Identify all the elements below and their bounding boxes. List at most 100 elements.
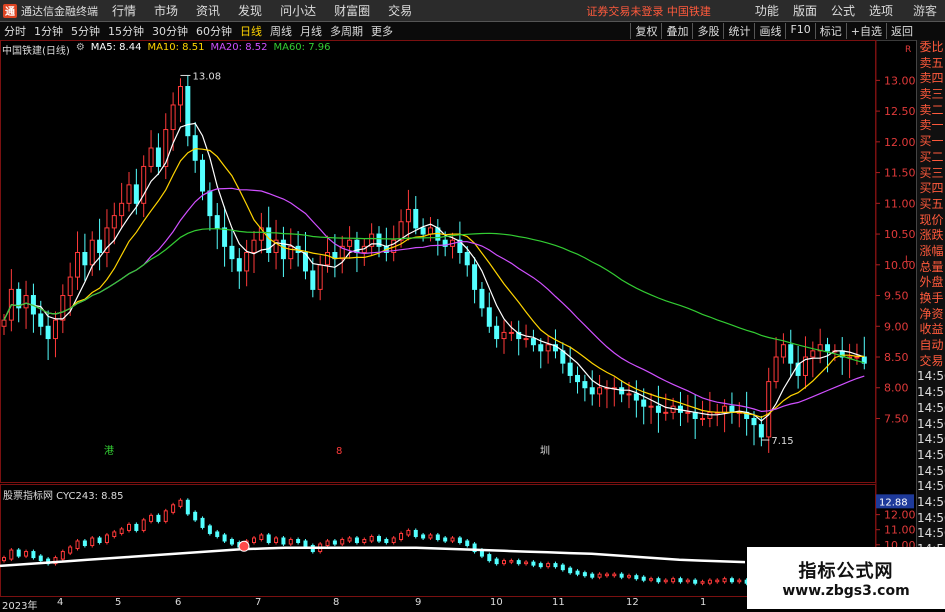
sub-candle-body: [377, 535, 381, 542]
candle-body: [170, 104, 176, 131]
side-panel-item: 交易: [919, 353, 944, 368]
side-panel-item: 收益: [919, 322, 944, 337]
sub-candle-body: [391, 537, 396, 544]
guest-login[interactable]: 游客: [913, 2, 937, 19]
period-tab-monthly[interactable]: 月线: [300, 23, 322, 39]
price-tick-label: 11.00: [884, 197, 916, 210]
sub-candle-body: [693, 579, 698, 584]
side-panel-item: 14:50: [917, 369, 945, 384]
sub-candle-body: [281, 537, 286, 545]
menu-item-formula[interactable]: 公式: [831, 2, 855, 19]
period-tab-5min[interactable]: 5分钟: [71, 23, 100, 39]
candle-body: [810, 350, 816, 358]
menu-item-news[interactable]: 资讯: [196, 2, 220, 19]
stock-name-label: 中国铁建(日线): [2, 46, 70, 57]
sub-candle-body: [634, 575, 639, 580]
candle-body: [545, 344, 551, 352]
candle-body: [486, 307, 492, 327]
ma10-label: MA10: 8.51: [147, 42, 205, 53]
main-menu: 行情 市场 资讯 发现 问小达 财富圈 交易: [112, 2, 430, 19]
settings-icon[interactable]: ⚙: [76, 42, 85, 57]
event-marker: 圳: [540, 445, 550, 457]
candle-body: [133, 184, 139, 204]
ma20-label: MA20: 8.52: [210, 42, 268, 53]
app-title: 通达信金融终端: [21, 4, 98, 18]
sub-candle-body: [16, 549, 21, 557]
sub-candle-body: [443, 537, 448, 542]
candle-body: [45, 325, 51, 340]
period-tab-weekly[interactable]: 周线: [270, 23, 292, 39]
candle-body: [420, 227, 426, 235]
candle-body: [582, 381, 588, 389]
sub-candle-body: [597, 573, 602, 578]
side-panel-item: 净资: [919, 306, 944, 321]
period-tab-daily[interactable]: 日线: [240, 23, 262, 39]
period-tab-more[interactable]: 更多: [371, 23, 393, 39]
price-tick-label: 10.50: [884, 228, 916, 241]
menu-item-trade[interactable]: 交易: [388, 2, 412, 19]
sub-candle-body: [332, 540, 337, 545]
side-panel-item: 卖一: [919, 118, 944, 133]
date-tick-label: 5: [115, 597, 122, 608]
candle-body: [229, 245, 235, 260]
tool-overlay-button[interactable]: 叠加: [661, 23, 692, 39]
candle-body: [82, 252, 88, 266]
side-panel-item: 买一: [919, 134, 944, 149]
sub-candle-body: [24, 551, 29, 557]
menu-item-wealth[interactable]: 财富圈: [334, 2, 370, 19]
period-tab-30min[interactable]: 30分钟: [152, 23, 188, 39]
tool-stats-button[interactable]: 统计: [723, 23, 754, 39]
date-tick-label: 9: [415, 597, 422, 608]
side-letter: R: [905, 45, 911, 55]
candle-body: [67, 276, 73, 297]
candle-body: [655, 405, 661, 413]
menu-item-options[interactable]: 选项: [869, 2, 893, 19]
period-tab-15min[interactable]: 15分钟: [108, 23, 144, 39]
sub-candle-body: [266, 534, 271, 544]
menu-item-quotes[interactable]: 行情: [112, 2, 136, 19]
side-panel-item: 14:50: [917, 385, 945, 400]
event-marker: 港: [104, 445, 114, 457]
period-tab-60min[interactable]: 60分钟: [196, 23, 232, 39]
menu-item-ask[interactable]: 问小达: [280, 2, 316, 19]
tool-back-button[interactable]: 返回: [886, 23, 917, 39]
side-letter: L: [905, 255, 910, 265]
period-tab-multi[interactable]: 多周期: [330, 23, 363, 39]
side-panel-item: 14:50: [917, 510, 945, 525]
period-tab-1min[interactable]: 1分钟: [34, 23, 63, 39]
kline-chart[interactable]: 13.00 12.50 12.00 11.50 11.00 10.50 10.00 9.50 9…: [0, 40, 916, 597]
login-warning[interactable]: 证券交易未登录 中国铁建: [586, 3, 711, 19]
event-marker: 8: [336, 446, 342, 457]
tool-f10-button[interactable]: F10: [785, 23, 814, 39]
tool-mark-button[interactable]: 标记: [814, 23, 846, 39]
ma20-line: [3, 187, 865, 413]
menu-item-function[interactable]: 功能: [755, 2, 779, 19]
side-panel-item: 自动: [919, 338, 944, 353]
candle-body: [310, 270, 316, 290]
date-tick-label: 4: [57, 597, 64, 608]
tool-add-watchlist-button[interactable]: +自选: [845, 23, 886, 39]
menu-item-discover[interactable]: 发现: [238, 2, 262, 19]
candle-body: [23, 295, 29, 309]
tool-adjust-button[interactable]: 复权: [630, 23, 661, 39]
candle-body: [854, 356, 860, 359]
sub-candle-body: [641, 576, 646, 581]
tool-multistock-button[interactable]: 多股: [692, 23, 723, 39]
candle-body: [347, 239, 353, 247]
candle-body: [126, 184, 132, 204]
candle-body: [501, 331, 507, 340]
candle-body: [119, 202, 125, 217]
cyc243-line: [0, 546, 746, 568]
sub-candle-body: [575, 570, 580, 575]
sub-candle-body: [97, 537, 102, 544]
candle-body: [214, 215, 220, 229]
period-tab-timeshare[interactable]: 分时: [4, 23, 26, 39]
sub-candle-body: [428, 534, 433, 539]
side-panel-item: 买五: [919, 196, 944, 211]
sub-candle-body: [90, 537, 95, 547]
tool-draw-button[interactable]: 画线: [754, 23, 785, 39]
menu-item-market[interactable]: 市场: [154, 2, 178, 19]
menu-item-layout[interactable]: 版面: [793, 2, 817, 19]
sub-candle-body: [68, 546, 73, 554]
candle-body: [641, 399, 647, 407]
